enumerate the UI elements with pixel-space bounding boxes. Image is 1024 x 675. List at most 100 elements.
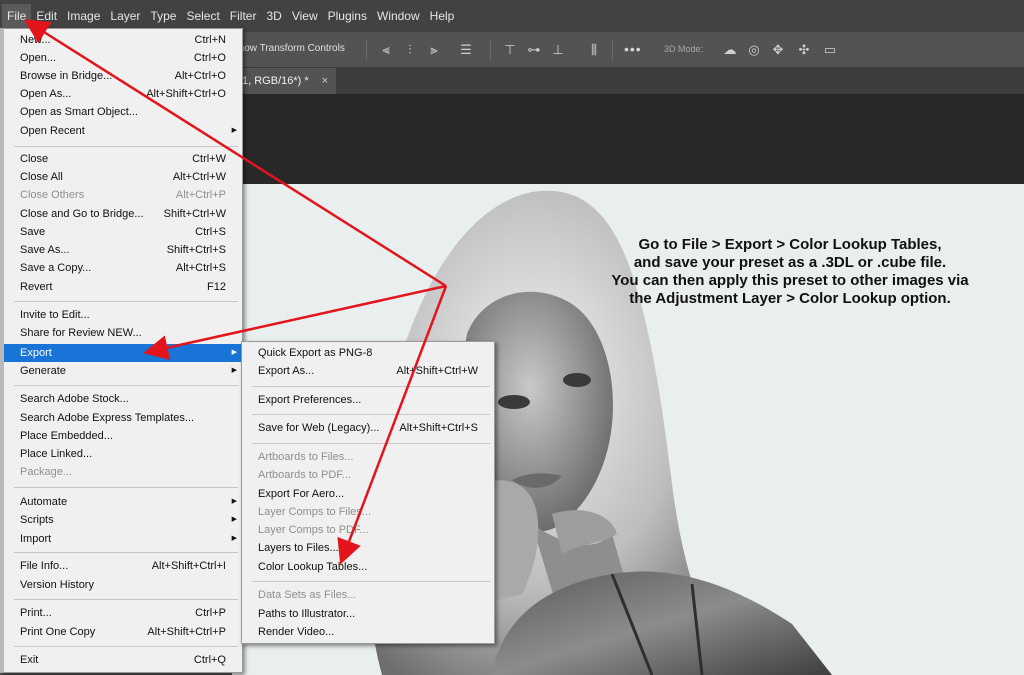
menu-item-open-as-smart-object[interactable]: Open as Smart Object... [4, 103, 242, 121]
menu-view[interactable]: View [287, 4, 323, 28]
submenu-arrow-icon: ▶ [231, 516, 237, 523]
align-center-icon[interactable]: ⫶ [402, 42, 418, 58]
menu-item-print[interactable]: Print... Ctrl+P [4, 604, 242, 622]
menu-item-export[interactable]: Export ▶ [4, 344, 242, 362]
zoom-camera-icon[interactable]: ▭ [822, 42, 838, 58]
menu-item-scripts[interactable]: Scripts ▶ [4, 511, 242, 529]
menu-item-layer-comps-to-files: Layer Comps to Files... [258, 506, 372, 518]
menu-item-file-info[interactable]: File Info... Alt+Shift+Ctrl+I [4, 557, 242, 575]
menu-item-open-as[interactable]: Open As... Alt+Shift+Ctrl+O [4, 85, 242, 103]
menu-separator [252, 443, 490, 444]
align-left-icon[interactable]: ⫷ [378, 42, 394, 58]
document-tab-title: 1, RGB/16*) * [242, 75, 309, 87]
submenu-arrow-icon: ▶ [231, 349, 237, 356]
toolbar-divider [366, 40, 367, 60]
menu-item-exit[interactable]: Exit Ctrl+Q [4, 651, 242, 669]
menu-item-close[interactable]: Close Ctrl+W [4, 150, 242, 168]
annotation-line: Go to File > Export > Color Lookup Table… [638, 236, 942, 253]
menu-item-browse-in-bridge[interactable]: Browse in Bridge... Alt+Ctrl+O [4, 67, 242, 85]
menu-item-revert[interactable]: Revert F12 [4, 278, 242, 296]
menu-file[interactable]: File [2, 4, 32, 28]
export-submenu: Quick Export as PNG-8 Export As... Alt+Sh… [241, 341, 495, 644]
close-tab-icon[interactable]: × [322, 68, 328, 94]
menu-item-import[interactable]: Import ▶ [4, 530, 242, 548]
menu-filter[interactable]: Filter [225, 4, 262, 28]
menu-item-close-others: Close Others Alt+Ctrl+P [20, 189, 226, 201]
menu-item-automate[interactable]: Automate ▶ [4, 493, 242, 511]
menu-item-quick-export-png[interactable]: Quick Export as PNG-8 [242, 344, 494, 362]
document-tab[interactable]: 1, RGB/16*) * × [232, 68, 336, 94]
menu-3d[interactable]: 3D [261, 4, 286, 28]
align-top-icon[interactable]: ⊤ [502, 42, 518, 58]
submenu-arrow-icon: ▶ [231, 498, 237, 505]
menu-item-search-adobe-express-templates[interactable]: Search Adobe Express Templates... [4, 409, 242, 427]
menu-separator [252, 414, 490, 415]
menu-item-generate[interactable]: Generate ▶ [4, 362, 242, 380]
slide-3d-icon[interactable]: ✣ [796, 42, 812, 58]
menu-item-export-preferences[interactable]: Export Preferences... [242, 391, 494, 409]
menu-item-export-as[interactable]: Export As... Alt+Shift+Ctrl+W [242, 362, 494, 380]
drag-3d-icon[interactable]: ✥ [770, 42, 786, 58]
annotation-line: and save your preset as a .3DL or .cube … [633, 254, 947, 271]
menu-item-place-linked[interactable]: Place Linked... [4, 445, 242, 463]
menu-item-layers-to-files[interactable]: Layers to Files... [242, 539, 494, 557]
show-transform-controls-checkbox[interactable]: Show Transform Controls [232, 43, 345, 54]
menu-item-save-a-copy[interactable]: Save a Copy... Alt+Ctrl+S [4, 259, 242, 277]
menu-type[interactable]: Type [145, 4, 181, 28]
menu-separator [14, 599, 238, 600]
menu-plugins[interactable]: Plugins [323, 4, 372, 28]
menu-item-save[interactable]: Save Ctrl+S [4, 223, 242, 241]
menu-separator [14, 552, 238, 553]
submenu-arrow-icon: ▶ [231, 127, 237, 134]
menu-separator [14, 146, 238, 147]
menu-layer[interactable]: Layer [105, 4, 145, 28]
menu-item-artboards-to-files: Artboards to Files... [258, 451, 354, 463]
annotation-line: the Adjustment Layer > Color Lookup opti… [629, 290, 951, 307]
menu-separator [14, 301, 238, 302]
submenu-arrow-icon: ▶ [231, 535, 237, 542]
distribute-horizontal-icon[interactable]: ☰ [458, 42, 474, 58]
align-middle-icon[interactable]: ⊶ [526, 42, 542, 58]
menu-item-version-history[interactable]: Version History [4, 576, 242, 594]
menu-item-color-lookup-tables[interactable]: Color Lookup Tables... [242, 558, 494, 576]
annotation-line: You can then apply this preset to other … [611, 272, 969, 289]
align-right-icon[interactable]: ⫸ [426, 42, 442, 58]
3d-mode-label: 3D Mode: [664, 44, 704, 54]
menu-item-open[interactable]: Open... Ctrl+O [4, 49, 242, 67]
tutorial-annotation: Go to File > Export > Color Lookup Table… [570, 236, 1010, 308]
menu-item-print-one-copy[interactable]: Print One Copy Alt+Shift+Ctrl+P [4, 623, 242, 641]
menu-separator [252, 581, 490, 582]
menu-item-paths-to-illustrator[interactable]: Paths to Illustrator... [242, 605, 494, 623]
toolbar-divider [612, 40, 613, 60]
menu-window[interactable]: Window [372, 4, 425, 28]
file-menu-dropdown: New... Ctrl+N Open... Ctrl+O Browse in Bri… [0, 28, 243, 673]
menu-image[interactable]: Image [62, 4, 105, 28]
orbit-3d-icon[interactable]: ☁ [722, 42, 738, 58]
menu-item-save-as[interactable]: Save As... Shift+Ctrl+S [4, 241, 242, 259]
menu-item-share-for-review[interactable]: Share for Review NEW... [4, 324, 242, 342]
more-options-icon[interactable]: ••• [624, 41, 642, 57]
menu-item-layer-comps-to-pdf: Layer Comps to PDF... [258, 524, 369, 536]
menu-item-place-embedded[interactable]: Place Embedded... [4, 427, 242, 445]
submenu-arrow-icon: ▶ [231, 367, 237, 374]
menu-item-search-adobe-stock[interactable]: Search Adobe Stock... [4, 390, 242, 408]
menu-separator [14, 487, 238, 488]
menu-select[interactable]: Select [181, 4, 224, 28]
menu-item-save-for-web[interactable]: Save for Web (Legacy)... Alt+Shift+Ctrl+S [242, 419, 494, 437]
toolbar-divider [490, 40, 491, 60]
menu-edit[interactable]: Edit [31, 4, 62, 28]
menu-item-export-for-aero[interactable]: Export For Aero... [242, 485, 494, 503]
distribute-vertical-icon[interactable]: ⫼ [586, 42, 602, 58]
menu-item-render-video[interactable]: Render Video... [242, 623, 494, 641]
menu-item-open-recent[interactable]: Open Recent ▶ [4, 122, 242, 140]
menu-separator [252, 386, 490, 387]
menu-help[interactable]: Help [425, 4, 460, 28]
menu-separator [14, 646, 238, 647]
menu-item-close-all[interactable]: Close All Alt+Ctrl+W [4, 168, 242, 186]
roll-3d-icon[interactable]: ◎ [746, 42, 762, 58]
menu-item-invite-to-edit[interactable]: Invite to Edit... [4, 306, 242, 324]
menu-item-close-and-go-to-bridge[interactable]: Close and Go to Bridge... Shift+Ctrl+W [4, 205, 242, 223]
menu-item-new[interactable]: New... Ctrl+N [4, 31, 242, 49]
align-bottom-icon[interactable]: ⊥ [550, 42, 566, 58]
menu-item-artboards-to-pdf: Artboards to PDF... [258, 469, 351, 481]
